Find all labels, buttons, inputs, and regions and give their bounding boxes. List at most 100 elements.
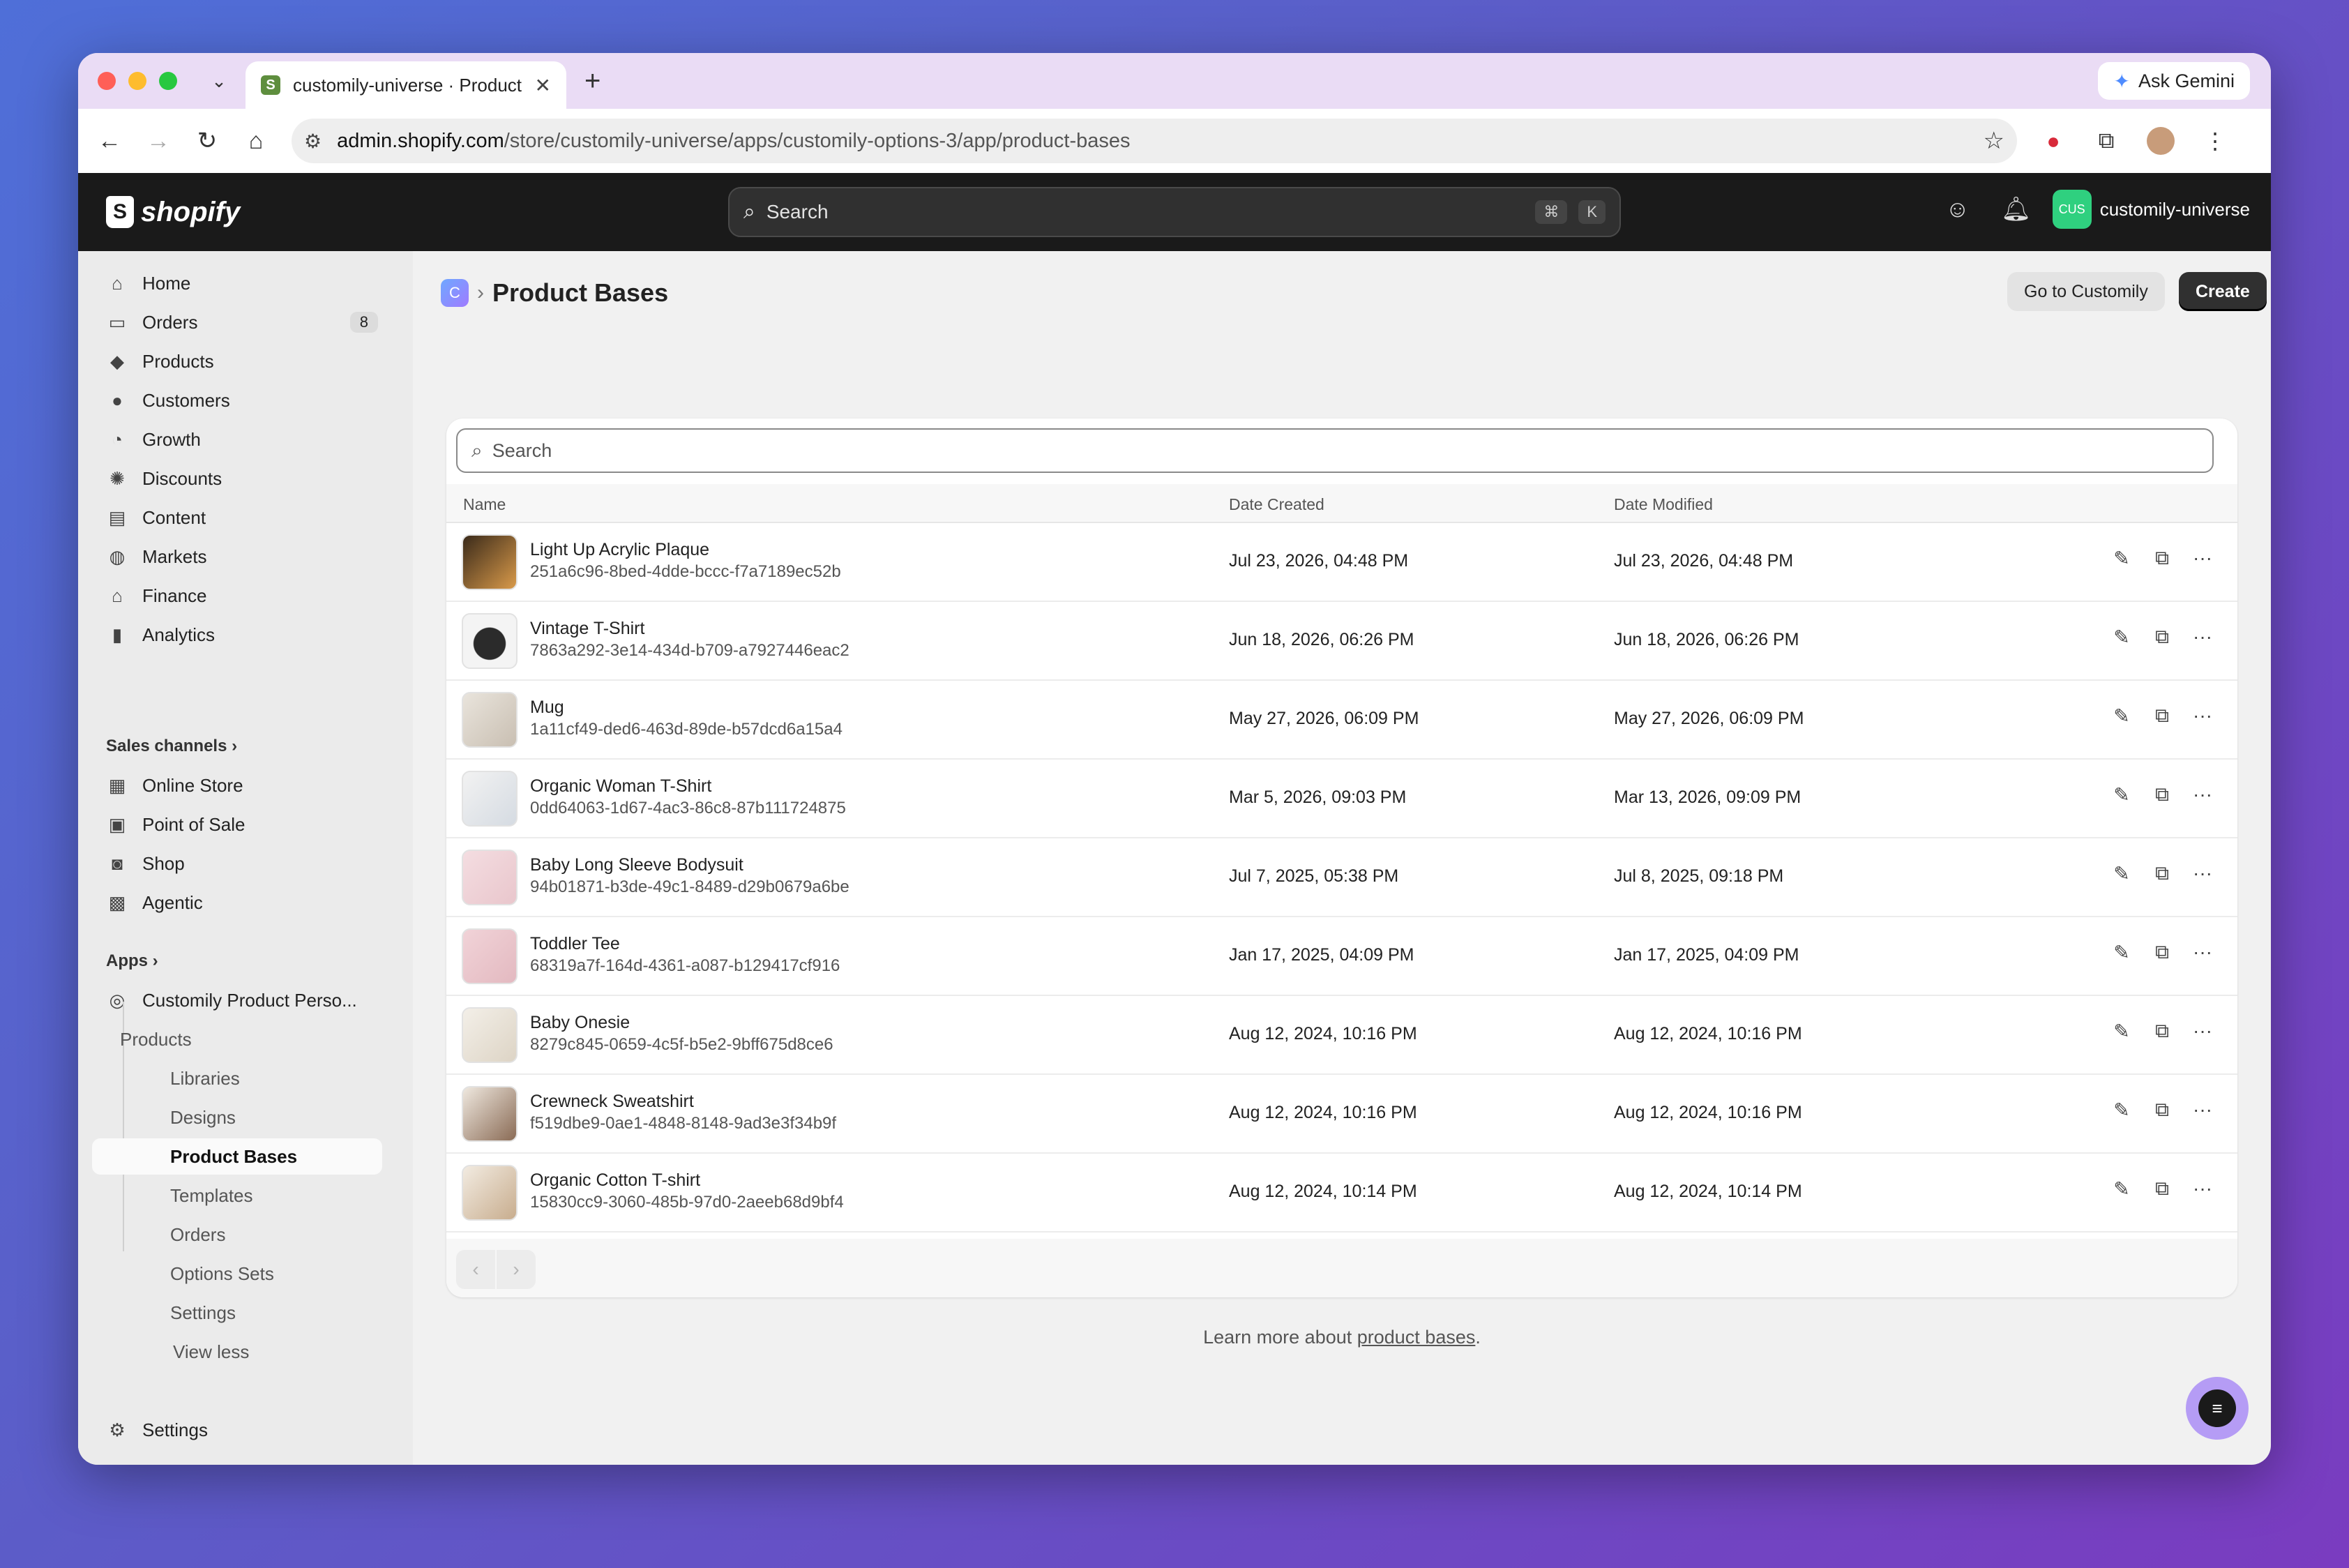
browser-menu-icon[interactable]: ⋮: [2189, 128, 2242, 154]
sidebar-item-markets[interactable]: ◍ Markets: [92, 538, 385, 575]
profile-avatar[interactable]: [2147, 127, 2175, 155]
browser-tab[interactable]: S customily-universe · Product ✕: [246, 61, 566, 109]
column-header-date-modified[interactable]: Date Modified: [1614, 495, 1713, 514]
shopify-logo[interactable]: S shopify: [106, 196, 240, 228]
apps-section[interactable]: Apps ›: [106, 951, 158, 971]
sidebar-item-growth[interactable]: ◔ Growth: [92, 421, 385, 458]
more-actions-icon[interactable]: ···: [2191, 1177, 2214, 1200]
duplicate-icon[interactable]: ⧉: [2151, 862, 2173, 885]
sidebar-sub-libraries[interactable]: Libraries: [78, 1060, 385, 1096]
duplicate-icon[interactable]: ⧉: [2151, 704, 2173, 728]
create-button[interactable]: Create: [2179, 272, 2267, 311]
duplicate-icon[interactable]: ⧉: [2151, 941, 2173, 964]
new-tab-button[interactable]: +: [584, 66, 601, 97]
more-actions-icon[interactable]: ···: [2191, 1020, 2214, 1043]
product-base-name[interactable]: Organic Woman T-Shirt: [530, 776, 711, 797]
product-base-name[interactable]: Light Up Acrylic Plaque: [530, 540, 709, 560]
extensions-puzzle-icon[interactable]: ⧉: [2080, 128, 2133, 154]
previous-page-chevron-icon[interactable]: ‹: [456, 1250, 495, 1289]
product-base-name[interactable]: Organic Cotton T-shirt: [530, 1170, 700, 1191]
table-row[interactable]: Baby Long Sleeve Bodysuit 94b01871-b3de-4…: [446, 838, 2237, 917]
more-actions-icon[interactable]: ···: [2191, 783, 2214, 806]
sidebar-sub-products[interactable]: Products: [78, 1021, 285, 1057]
sidebar-sub-settings[interactable]: Settings: [78, 1295, 385, 1331]
table-row[interactable]: Toddler Tee 68319a7f-164d-4361-a087-b1294…: [446, 917, 2237, 996]
sidebar-sub-product-bases[interactable]: Product Bases: [92, 1138, 382, 1175]
sidekick-icon[interactable]: ☺: [1928, 196, 1987, 223]
duplicate-icon[interactable]: ⧉: [2151, 547, 2173, 570]
more-actions-icon[interactable]: ···: [2191, 547, 2214, 570]
sidebar-item-settings[interactable]: ⚙ Settings: [92, 1412, 385, 1448]
sidebar-sub-options-sets[interactable]: Options Sets: [78, 1256, 385, 1292]
bookmark-star-icon[interactable]: ☆: [1984, 127, 2004, 155]
edit-pencil-icon[interactable]: ✎: [2110, 1177, 2133, 1200]
tab-close-icon[interactable]: ✕: [535, 74, 551, 97]
notifications-bell-icon[interactable]: 🔔︎: [1987, 195, 2046, 223]
more-actions-icon[interactable]: ···: [2191, 704, 2214, 728]
sidebar-item-finance[interactable]: ⌂ Finance: [92, 578, 385, 614]
sidebar-item-point-of-sale[interactable]: ▣ Point of Sale: [92, 806, 385, 843]
more-actions-icon[interactable]: ···: [2191, 626, 2214, 649]
sidebar-item-products[interactable]: ◆ Products: [92, 343, 385, 379]
sidebar-sub-orders[interactable]: Orders: [78, 1216, 385, 1253]
sidebar-item-orders[interactable]: ▭ Orders 8: [92, 304, 385, 340]
edit-pencil-icon[interactable]: ✎: [2110, 1099, 2133, 1122]
table-row[interactable]: Light Up Acrylic Plaque 251a6c96-8bed-4dd…: [446, 523, 2237, 602]
go-to-customily-button[interactable]: Go to Customily: [2007, 272, 2165, 311]
sidebar-item-customily-app[interactable]: ◎ Customily Product Perso...: [92, 982, 385, 1018]
product-base-name[interactable]: Vintage T-Shirt: [530, 619, 644, 639]
table-row[interactable]: Mug 1a11cf49-ded6-463d-89de-b57dcd6a15a4 M…: [446, 681, 2237, 760]
product-base-name[interactable]: Crewneck Sweatshirt: [530, 1092, 694, 1112]
reload-icon[interactable]: ↻: [183, 127, 232, 155]
edit-pencil-icon[interactable]: ✎: [2110, 704, 2133, 728]
table-search-input[interactable]: ⌕ Search: [456, 428, 2214, 473]
forward-arrow-icon[interactable]: →: [134, 128, 183, 155]
store-menu-button[interactable]: CUS customily-universe: [2052, 190, 2250, 229]
next-page-chevron-icon[interactable]: ›: [497, 1250, 536, 1289]
table-row[interactable]: Organic Cotton T-shirt 15830cc9-3060-485b…: [446, 1154, 2237, 1232]
home-icon[interactable]: ⌂: [232, 128, 280, 155]
url-field[interactable]: ⚙ admin.shopify.com/store/customily-univ…: [292, 119, 2017, 163]
table-row[interactable]: Baby Onesie 8279c845-0659-4c5f-b5e2-9bff6…: [446, 996, 2237, 1075]
sales-channels-section[interactable]: Sales channels ›: [106, 737, 237, 756]
edit-pencil-icon[interactable]: ✎: [2110, 626, 2133, 649]
sidebar-sub-templates[interactable]: Templates: [78, 1177, 385, 1214]
duplicate-icon[interactable]: ⧉: [2151, 1177, 2173, 1200]
sidebar-view-less[interactable]: View less: [78, 1334, 385, 1370]
edit-pencil-icon[interactable]: ✎: [2110, 1020, 2133, 1043]
duplicate-icon[interactable]: ⧉: [2151, 626, 2173, 649]
sidebar-item-customers[interactable]: ● Customers: [92, 382, 385, 419]
duplicate-icon[interactable]: ⧉: [2151, 1020, 2173, 1043]
edit-pencil-icon[interactable]: ✎: [2110, 862, 2133, 885]
sidebar-item-analytics[interactable]: ▮ Analytics: [92, 617, 385, 653]
minimize-window-button[interactable]: [128, 72, 146, 90]
global-search-input[interactable]: ⌕ Search ⌘ K: [728, 187, 1621, 237]
column-header-name[interactable]: Name: [463, 495, 506, 514]
sidebar-item-content[interactable]: ▤ Content: [92, 499, 385, 536]
table-row[interactable]: Organic Woman T-Shirt 0dd64063-1d67-4ac3-…: [446, 760, 2237, 838]
sidebar-sub-designs[interactable]: Designs: [78, 1099, 385, 1136]
more-actions-icon[interactable]: ···: [2191, 941, 2214, 964]
table-row[interactable]: Crewneck Sweatshirt f519dbe9-0ae1-4848-81…: [446, 1075, 2237, 1154]
sidebar-item-discounts[interactable]: ✺ Discounts: [92, 460, 385, 497]
ask-gemini-button[interactable]: ✦ Ask Gemini: [2098, 62, 2250, 100]
product-base-name[interactable]: Mug: [530, 698, 564, 718]
extension-ladybug-icon[interactable]: ●: [2027, 128, 2080, 154]
maximize-window-button[interactable]: [159, 72, 177, 90]
duplicate-icon[interactable]: ⧉: [2151, 783, 2173, 806]
product-base-name[interactable]: Baby Onesie: [530, 1013, 630, 1033]
duplicate-icon[interactable]: ⧉: [2151, 1099, 2173, 1122]
site-settings-icon[interactable]: ⚙: [304, 130, 322, 153]
product-base-name[interactable]: Toddler Tee: [530, 934, 620, 954]
more-actions-icon[interactable]: ···: [2191, 862, 2214, 885]
edit-pencil-icon[interactable]: ✎: [2110, 547, 2133, 570]
sidebar-item-shop[interactable]: ◙ Shop: [92, 845, 385, 882]
chat-support-button[interactable]: ≡: [2186, 1377, 2249, 1440]
tab-search-chevron-icon[interactable]: ⌄: [205, 70, 233, 92]
column-header-date-created[interactable]: Date Created: [1229, 495, 1324, 514]
sidebar-item-home[interactable]: ⌂ Home: [92, 265, 385, 301]
customily-logo-icon[interactable]: C: [441, 279, 469, 307]
sidebar-item-online-store[interactable]: ▦ Online Store: [92, 767, 385, 804]
table-row[interactable]: Vintage T-Shirt 7863a292-3e14-434d-b709-a…: [446, 602, 2237, 681]
back-arrow-icon[interactable]: ←: [85, 128, 134, 155]
